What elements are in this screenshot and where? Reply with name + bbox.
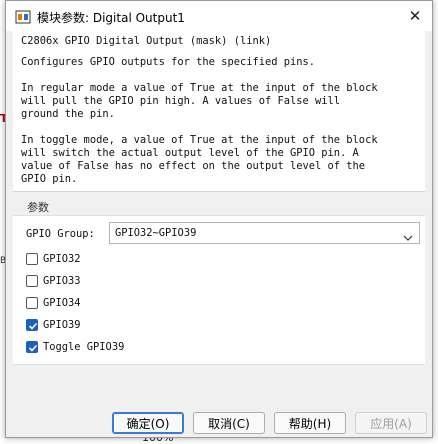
description-line: ground the pin. <box>21 108 115 120</box>
description-panel: C2806x GPIO Digital Output (mask) (link)… <box>13 31 425 192</box>
description-line: Configures GPIO outputs for the specifie… <box>21 56 316 68</box>
checkbox-label: GPIO39 <box>43 319 81 331</box>
description-line: will switch the actual output level of t… <box>21 147 359 159</box>
close-button[interactable]: ✕ <box>406 7 424 25</box>
checkbox-box[interactable] <box>26 253 38 265</box>
apply-button[interactable]: 应用(A) <box>355 412 427 434</box>
description-line: In toggle mode, a value of True at the i… <box>21 134 378 146</box>
checkbox-gpio32[interactable]: GPIO32 <box>26 250 81 268</box>
checkbox-box[interactable] <box>26 341 38 353</box>
checkmark-icon <box>28 322 38 330</box>
ok-button[interactable]: 确定(O) <box>112 412 184 434</box>
checkbox-label: GPIO33 <box>43 275 81 287</box>
description-line: In regular mode a value of True at the i… <box>21 82 378 94</box>
cancel-button[interactable]: 取消(C) <box>193 412 265 434</box>
checkbox-label: Toggle GPIO39 <box>43 341 125 353</box>
checkbox-label: GPIO34 <box>43 297 81 309</box>
checkbox-box[interactable] <box>26 297 38 309</box>
block-parameters-dialog: 模块参数: Digital Output1 ✕ C2806x GPIO Digi… <box>5 0 433 438</box>
checkbox-box[interactable] <box>26 319 38 331</box>
checkbox-box[interactable] <box>26 275 38 287</box>
parameters-panel: GPIO Group: GPIO32~GPIO39 GPIO32 GPIO33 … <box>13 215 425 365</box>
checkbox-toggle-gpio39[interactable]: Toggle GPIO39 <box>26 338 124 356</box>
checkbox-gpio33[interactable]: GPIO33 <box>26 272 81 290</box>
checkbox-gpio34[interactable]: GPIO34 <box>26 294 81 312</box>
checkmark-icon <box>28 344 38 352</box>
checkbox-label: GPIO32 <box>43 253 81 265</box>
checkbox-gpio39[interactable]: GPIO39 <box>26 316 81 334</box>
help-button[interactable]: 帮助(H) <box>274 412 346 434</box>
title-bar[interactable]: 模块参数: Digital Output1 ✕ <box>6 1 432 31</box>
description-line: GPIO pin. <box>21 173 78 185</box>
description-line: will pull the GPIO pin high. A values of… <box>21 95 341 107</box>
description-line: value of False has no effect on the outp… <box>21 160 366 172</box>
parameters-section-label: 参数 <box>27 201 49 214</box>
close-icon: ✕ <box>408 7 422 25</box>
gpio-group-select[interactable]: GPIO32~GPIO39 <box>109 222 420 244</box>
block-heading: C2806x GPIO Digital Output (mask) (link) <box>21 35 272 47</box>
gpio-group-value: GPIO32~GPIO39 <box>115 227 197 239</box>
simulink-block-icon <box>15 9 31 24</box>
chevron-down-icon <box>403 228 413 241</box>
dialog-title: 模块参数: Digital Output1 <box>37 11 185 25</box>
gpio-group-label: GPIO Group: <box>26 228 95 240</box>
